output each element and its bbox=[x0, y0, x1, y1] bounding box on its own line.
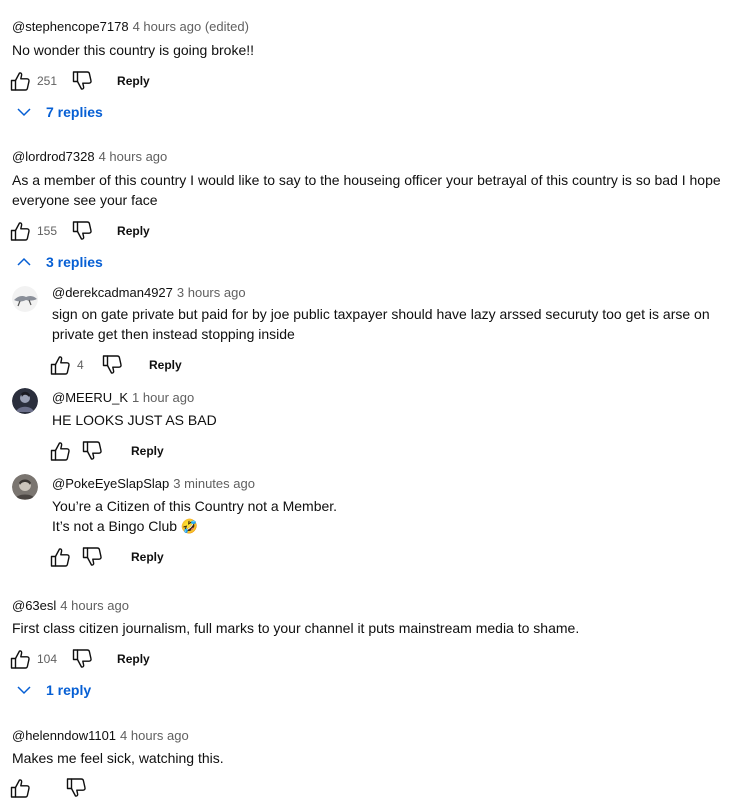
thumbs-up-icon[interactable] bbox=[9, 70, 31, 92]
reply-actions: Reply bbox=[49, 545, 164, 569]
reply-button[interactable]: Reply bbox=[117, 74, 150, 88]
thumbs-up-icon[interactable] bbox=[9, 777, 31, 799]
reply-button[interactable]: Reply bbox=[131, 550, 164, 564]
thumbs-down-icon[interactable] bbox=[71, 220, 93, 242]
thumbs-up-icon[interactable] bbox=[49, 440, 71, 462]
reply-header: @derekcadman4927 3 hours ago bbox=[52, 285, 246, 301]
comment-author[interactable]: @lordrod7328 bbox=[12, 149, 95, 164]
reply-text: You’re a Citizen of this Country not a M… bbox=[52, 496, 732, 536]
comment-text: Makes me feel sick, watching this. bbox=[12, 750, 224, 766]
thumbs-down-icon[interactable] bbox=[65, 777, 87, 799]
thumbs-down-icon[interactable] bbox=[81, 546, 103, 568]
comment-time[interactable]: 4 hours ago bbox=[120, 728, 189, 743]
comment-author[interactable]: @helenndow1101 bbox=[12, 728, 116, 743]
comment-actions: 251 Reply bbox=[9, 69, 150, 93]
reply-text-line: You’re a Citizen of this Country not a M… bbox=[52, 498, 338, 514]
comment-header: @63esl 4 hours ago bbox=[12, 598, 129, 614]
reply-text-line: It’s not a Bingo Club 🤣 bbox=[52, 518, 199, 534]
comment-header: @lordrod7328 4 hours ago bbox=[12, 149, 167, 165]
like-count: 251 bbox=[37, 74, 58, 88]
reply-author[interactable]: @PokeEyeSlapSlap bbox=[52, 476, 169, 491]
comment-actions: 155 Reply bbox=[9, 219, 150, 243]
reply-author[interactable]: @MEERU_K bbox=[52, 390, 128, 405]
comment-header: @helenndow1101 4 hours ago bbox=[12, 728, 189, 744]
thumbs-up-icon[interactable] bbox=[9, 648, 31, 670]
thumbs-up-icon[interactable] bbox=[9, 220, 31, 242]
comment-author[interactable]: @63esl bbox=[12, 598, 56, 613]
comment-time[interactable]: 4 hours ago (edited) bbox=[133, 19, 249, 34]
comment-text: No wonder this country is going broke!! bbox=[12, 42, 255, 58]
reply-button[interactable]: Reply bbox=[117, 224, 150, 238]
thumbs-down-icon[interactable] bbox=[101, 354, 123, 376]
reply-button[interactable]: Reply bbox=[117, 652, 150, 666]
reply-actions: 4 Reply bbox=[49, 353, 182, 377]
avatar[interactable] bbox=[12, 474, 38, 500]
replies-toggle[interactable]: 7 replies bbox=[16, 104, 103, 120]
replies-toggle[interactable]: 1 reply bbox=[16, 682, 91, 698]
reply-header: @MEERU_K 1 hour ago bbox=[52, 390, 194, 406]
comment-text: As a member of this country I would like… bbox=[12, 172, 721, 208]
thumbs-down-icon[interactable] bbox=[71, 648, 93, 670]
comment-actions bbox=[9, 776, 87, 800]
chevron-up-icon bbox=[17, 257, 31, 266]
chevron-down-icon bbox=[17, 686, 31, 695]
like-count: 155 bbox=[37, 224, 58, 238]
reply-button[interactable]: Reply bbox=[131, 444, 164, 458]
replies-toggle[interactable]: 3 replies bbox=[16, 254, 103, 270]
reply-time[interactable]: 3 minutes ago bbox=[173, 476, 255, 491]
reply-actions: Reply bbox=[49, 439, 164, 463]
thumbs-up-icon[interactable] bbox=[49, 546, 71, 568]
comment-text: First class citizen journalism, full mar… bbox=[12, 620, 580, 636]
chevron-down-icon bbox=[17, 108, 31, 117]
comment-time[interactable]: 4 hours ago bbox=[99, 149, 168, 164]
comment-time[interactable]: 4 hours ago bbox=[60, 598, 129, 613]
like-count: 4 bbox=[77, 358, 84, 372]
replies-toggle-label: 7 replies bbox=[46, 104, 103, 120]
reply-author[interactable]: @derekcadman4927 bbox=[52, 285, 173, 300]
thumbs-up-icon[interactable] bbox=[49, 354, 71, 376]
thumbs-down-icon[interactable] bbox=[81, 440, 103, 462]
avatar[interactable] bbox=[12, 388, 38, 414]
comment-header: @stephencope7178 4 hours ago (edited) bbox=[12, 19, 249, 35]
reply-text: sign on gate private but paid for by joe… bbox=[52, 306, 710, 342]
thumbs-down-icon[interactable] bbox=[71, 70, 93, 92]
comment-actions: 104 Reply bbox=[9, 647, 150, 671]
reply-time[interactable]: 3 hours ago bbox=[177, 285, 246, 300]
replies-toggle-label: 3 replies bbox=[46, 254, 103, 270]
reply-time[interactable]: 1 hour ago bbox=[132, 390, 194, 405]
reply-button[interactable]: Reply bbox=[149, 358, 182, 372]
avatar[interactable] bbox=[12, 286, 38, 312]
reply-header: @PokeEyeSlapSlap 3 minutes ago bbox=[52, 476, 255, 492]
replies-toggle-label: 1 reply bbox=[46, 682, 92, 698]
reply-text: HE LOOKS JUST AS BAD bbox=[52, 412, 217, 428]
like-count: 104 bbox=[37, 652, 58, 666]
comment-author[interactable]: @stephencope7178 bbox=[12, 19, 129, 34]
